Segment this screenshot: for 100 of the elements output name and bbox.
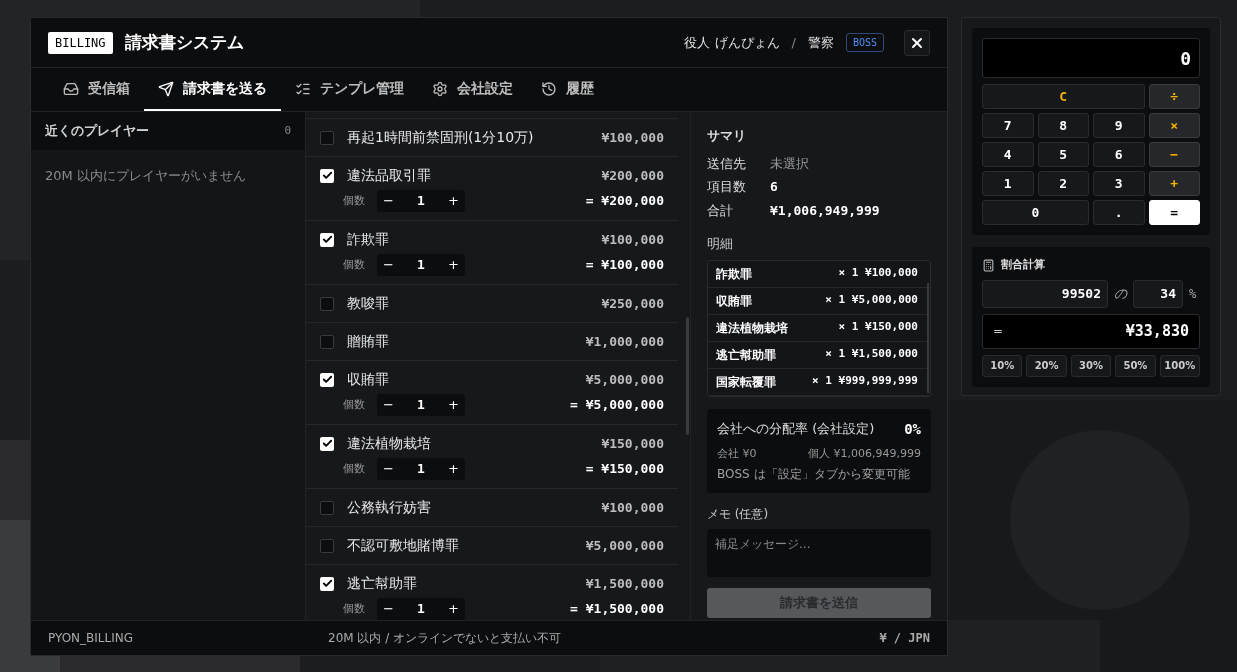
charge-subtotal: = ¥150,000 xyxy=(585,460,664,479)
check-icon xyxy=(321,438,333,449)
checkbox[interactable] xyxy=(320,130,334,145)
checkbox[interactable] xyxy=(320,436,334,451)
percent-field[interactable]: 34 xyxy=(1133,279,1183,308)
increment-button[interactable]: + xyxy=(448,459,459,479)
increment-button[interactable]: + xyxy=(448,395,459,415)
checkbox[interactable] xyxy=(320,538,334,553)
preset-button[interactable]: 10% xyxy=(982,354,1023,377)
tab[interactable]: 会社設定 xyxy=(418,68,527,111)
charge-subtotal: = ¥5,000,000 xyxy=(570,396,664,415)
check-icon xyxy=(321,170,333,181)
calculator-key[interactable]: 7 xyxy=(982,113,1034,138)
charge-row[interactable]: 贈賄罪 ¥1,000,000 xyxy=(306,323,678,361)
calculator-key[interactable]: × xyxy=(1148,113,1200,138)
company-amount: 会社 ¥0 xyxy=(717,445,757,462)
calculator-key[interactable]: = xyxy=(1148,200,1200,225)
checkbox[interactable] xyxy=(320,576,334,591)
quantity-value: 1 xyxy=(417,396,425,415)
quantity-label: 個数 xyxy=(343,600,365,617)
window-title: 請求書システム xyxy=(124,30,244,54)
charge-price: ¥5,000,000 xyxy=(585,370,664,389)
personal-amount: 個人 ¥1,006,949,999 xyxy=(808,445,921,462)
charge-row[interactable]: 詐欺罪 ¥100,000 個数 − 1 + = ¥100,000 xyxy=(306,221,678,285)
quantity-value: 1 xyxy=(417,600,425,619)
charge-price: ¥100,000 xyxy=(601,498,664,517)
charge-name: 再起1時間前禁固刑(1分10万) xyxy=(347,128,534,147)
decrement-button[interactable]: − xyxy=(383,459,394,479)
checkbox[interactable] xyxy=(320,168,334,183)
percent-unit: % xyxy=(1189,285,1197,303)
calculator-display: 0 xyxy=(982,38,1200,78)
charge-subtotal: = ¥1,500,000 xyxy=(570,600,664,619)
increment-button[interactable]: + xyxy=(448,599,459,619)
tab[interactable]: テンプレ管理 xyxy=(281,68,418,111)
memo-label: メモ (任意) xyxy=(707,506,770,523)
checkbox[interactable] xyxy=(320,296,334,311)
charge-row[interactable]: 公務執行妨害 ¥100,000 xyxy=(306,489,678,527)
memo-field[interactable]: 補足メッセージ... xyxy=(707,529,931,577)
calculator-key[interactable]: 0 xyxy=(982,200,1089,225)
close-button[interactable] xyxy=(904,29,930,56)
rank-badge: BOSS xyxy=(845,33,884,52)
quantity-label: 個数 xyxy=(343,256,365,273)
checkbox[interactable] xyxy=(320,232,334,247)
preset-button[interactable]: 30% xyxy=(1070,354,1112,377)
preset-button[interactable]: 20% xyxy=(1026,354,1067,377)
charge-name: 贈賄罪 xyxy=(347,332,389,351)
charge-name: 教唆罪 xyxy=(347,294,389,313)
increment-button[interactable]: + xyxy=(448,255,459,275)
detail-name: 逃亡幇助罪 xyxy=(716,346,776,364)
checkbox[interactable] xyxy=(320,500,334,515)
checkbox[interactable] xyxy=(320,334,334,349)
charge-row[interactable]: 違法植物栽培 ¥150,000 個数 − 1 + = ¥150,000 xyxy=(306,425,678,489)
calculator-key[interactable]: + xyxy=(1148,171,1200,196)
calculator-key[interactable]: 5 xyxy=(1037,142,1089,167)
base-field[interactable]: 99502 xyxy=(982,279,1108,308)
charge-row[interactable]: 違法品取引罪 ¥200,000 個数 − 1 + = ¥200,000 xyxy=(306,157,678,221)
calculator-key[interactable]: 6 xyxy=(1093,142,1145,167)
calculator-key[interactable]: 8 xyxy=(1037,113,1089,138)
quantity-label: 個数 xyxy=(343,396,365,413)
percent-title: 割合計算 xyxy=(1001,257,1045,273)
charge-name: 収賄罪 xyxy=(347,370,389,389)
calculator-key[interactable]: − xyxy=(1148,142,1200,167)
of-label: の xyxy=(1114,284,1127,303)
calculator-key[interactable]: C xyxy=(982,84,1145,109)
calculator-key[interactable]: 3 xyxy=(1093,171,1145,196)
charge-row[interactable]: 不認可敷地賭博罪 ¥5,000,000 xyxy=(306,527,678,565)
increment-button[interactable]: + xyxy=(448,191,459,211)
decrement-button[interactable]: − xyxy=(383,395,394,415)
calculator-key[interactable]: ÷ xyxy=(1148,84,1200,109)
share-label: 会社への分配率 (会社設定) xyxy=(717,420,875,439)
tab[interactable]: 履歴 xyxy=(527,68,608,111)
calculator-key[interactable]: 9 xyxy=(1093,113,1145,138)
player-count: 0 xyxy=(284,122,291,139)
charge-row[interactable]: 収賄罪 ¥5,000,000 個数 − 1 + = ¥5,000,000 xyxy=(306,361,678,425)
decrement-button[interactable]: − xyxy=(383,255,394,275)
quantity-label: 個数 xyxy=(343,460,365,477)
charge-price: ¥100,000 xyxy=(601,128,664,147)
preset-button[interactable]: 50% xyxy=(1115,354,1156,377)
charge-name: 詐欺罪 xyxy=(347,230,389,249)
check-icon xyxy=(321,374,333,385)
charge-row[interactable]: 教唆罪 ¥250,000 xyxy=(306,285,678,323)
detail-name: 国家転覆罪 xyxy=(716,373,776,391)
charge-price: ¥1,500,000 xyxy=(585,574,664,593)
tab[interactable]: 受信箱 xyxy=(49,68,144,111)
calculator-key[interactable]: . xyxy=(1093,200,1145,225)
quantity-value: 1 xyxy=(417,192,425,211)
decrement-button[interactable]: − xyxy=(383,599,394,619)
calculator-key[interactable]: 4 xyxy=(982,142,1034,167)
charge-name: 違法品取引罪 xyxy=(347,166,431,185)
summary-label: 項目数 xyxy=(707,178,747,196)
calculator-key[interactable]: 1 xyxy=(982,171,1034,196)
summary-label: 送信先 xyxy=(707,154,747,173)
charge-row[interactable]: 再起1時間前禁固刑(1分10万) ¥100,000 xyxy=(306,119,678,157)
charge-price: ¥5,000,000 xyxy=(585,536,664,555)
inbox-icon xyxy=(63,80,79,97)
decrement-button[interactable]: − xyxy=(383,191,394,211)
checkbox[interactable] xyxy=(320,372,334,387)
history-icon xyxy=(541,80,557,97)
preset-button[interactable]: 100% xyxy=(1159,354,1200,377)
calculator-key[interactable]: 2 xyxy=(1037,171,1089,196)
